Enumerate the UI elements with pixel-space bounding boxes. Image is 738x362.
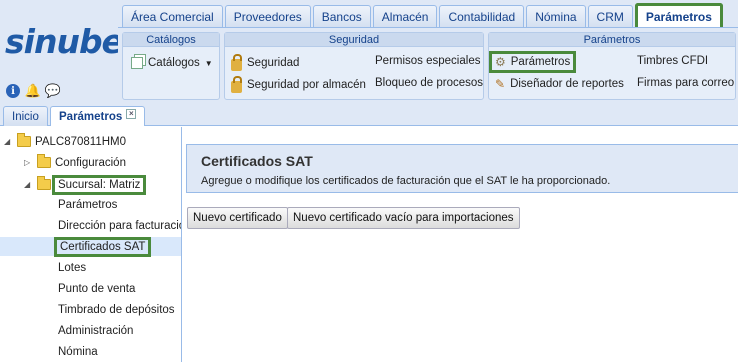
module-tabs: Área Comercial Proveedores Bancos Almacé…	[122, 3, 723, 27]
report-designer-icon: ✎	[495, 77, 506, 91]
document-tabs: Inicio Parámetros ×	[0, 104, 738, 126]
tree-item-label: Configuración	[55, 156, 126, 169]
close-icon[interactable]: ×	[126, 108, 137, 119]
disenador-reportes-button[interactable]: ✎ Diseñador de reportes	[495, 77, 624, 91]
collapse-arrow-icon[interactable]: ▷	[24, 158, 34, 167]
tree-item-label: Sucursal: Matriz	[51, 174, 147, 195]
info-icon[interactable]: i	[6, 84, 20, 98]
tab-contabilidad[interactable]: Contabilidad	[439, 5, 525, 27]
tree-item-nomina[interactable]: Nómina	[58, 342, 98, 361]
header-icons: i 🔔 💬	[6, 84, 61, 99]
ribbon-group-catalogos: Catálogos Catálogos ▼	[122, 32, 220, 100]
new-empty-certificate-button[interactable]: Nuevo certificado vacío para importacion…	[287, 207, 520, 229]
tree-item-sucursal[interactable]: ◢ Sucursal: Matriz	[24, 174, 147, 195]
bell-icon[interactable]: 🔔	[25, 84, 41, 99]
chat-icon[interactable]: 💬	[45, 84, 61, 99]
tab-proveedores[interactable]: Proveedores	[224, 5, 311, 27]
ribbon-group-title: Catálogos	[123, 33, 219, 47]
ribbon-group-title: Parámetros	[489, 33, 735, 47]
catalog-icon	[131, 57, 143, 69]
tab-crm[interactable]: CRM	[587, 5, 633, 27]
disenador-label: Diseñador de reportes	[510, 78, 624, 90]
ribbon-group-parametros: Parámetros ⚙ Parámetros ✎ Diseñador de r…	[488, 32, 736, 100]
gear-icon: ⚙	[495, 55, 506, 69]
ribbon-group-seguridad: Seguridad Seguridad Seguridad por almacé…	[224, 32, 484, 100]
tree-item-parametros[interactable]: Parámetros	[58, 195, 117, 214]
tree-root[interactable]: ◢ PALC870811HM0	[4, 132, 126, 151]
lock-icon	[231, 76, 242, 93]
parametros-button[interactable]: ⚙ Parámetros	[488, 51, 577, 73]
tree-item-lotes[interactable]: Lotes	[58, 258, 86, 277]
tab-parametros-doc[interactable]: Parámetros ×	[50, 106, 146, 126]
catalogos-menu-button[interactable]: Catálogos ▼	[131, 57, 213, 69]
seguridad-almacen-button[interactable]: Seguridad por almacén	[231, 76, 366, 93]
catalogos-label: Catálogos	[148, 57, 200, 69]
new-certificate-button[interactable]: Nuevo certificado	[187, 207, 288, 229]
tree-item-configuracion[interactable]: ▷ Configuración	[24, 153, 126, 172]
tree-item-certificados-sat[interactable]: Certificados SAT	[0, 236, 181, 257]
tree-item-administracion[interactable]: Administración	[58, 321, 133, 340]
panel-header: Certificados SAT Agregue o modifique los…	[186, 144, 738, 193]
tree-item-label: Certificados SAT	[53, 236, 152, 257]
tree-item-direccion-facturacion[interactable]: Dirección para facturación	[58, 216, 181, 235]
tab-inicio[interactable]: Inicio	[3, 106, 48, 126]
tab-almacen[interactable]: Almacén	[372, 5, 438, 27]
tab-bancos[interactable]: Bancos	[312, 5, 371, 27]
bloqueo-procesos-button[interactable]: Bloqueo de procesos	[375, 77, 483, 89]
seguridad-almacen-label: Seguridad por almacén	[247, 79, 366, 91]
tab-area-comercial[interactable]: Área Comercial	[122, 5, 223, 27]
folder-icon	[17, 133, 31, 147]
tab-parametros[interactable]: Parámetros	[634, 3, 723, 27]
seguridad-label: Seguridad	[247, 57, 300, 69]
tree-item-timbrado-depositos[interactable]: Timbrado de depósitos	[58, 300, 175, 319]
ribbon-group-title: Seguridad	[225, 33, 483, 47]
tab-parametros-label: Parámetros	[59, 110, 123, 123]
folder-icon	[37, 176, 51, 190]
parametros-label: Parámetros	[510, 56, 571, 68]
firmas-correo-button[interactable]: Firmas para correo	[637, 77, 734, 89]
expand-arrow-icon[interactable]: ◢	[24, 180, 34, 189]
lock-icon	[231, 54, 242, 71]
ribbon-toolbar: Catálogos Catálogos ▼ Seguridad Segurida…	[118, 27, 738, 102]
permisos-especiales-button[interactable]: Permisos especiales	[375, 55, 480, 67]
folder-icon	[37, 154, 51, 168]
page-description: Agregue o modifique los certificados de …	[201, 175, 611, 187]
timbres-cfdi-button[interactable]: Timbres CFDI	[637, 55, 708, 67]
tree-root-label: PALC870811HM0	[35, 135, 126, 148]
tab-nomina[interactable]: Nómina	[526, 5, 586, 27]
navigation-tree: ◢ PALC870811HM0 ▷ Configuración ◢ Sucurs…	[0, 127, 182, 362]
expand-arrow-icon[interactable]: ◢	[4, 137, 14, 146]
seguridad-button[interactable]: Seguridad	[231, 54, 300, 71]
tree-item-punto-venta[interactable]: Punto de venta	[58, 279, 135, 298]
app-logo: sinube	[5, 22, 124, 61]
chevron-down-icon: ▼	[204, 58, 213, 68]
page-title: Certificados SAT	[201, 153, 313, 169]
